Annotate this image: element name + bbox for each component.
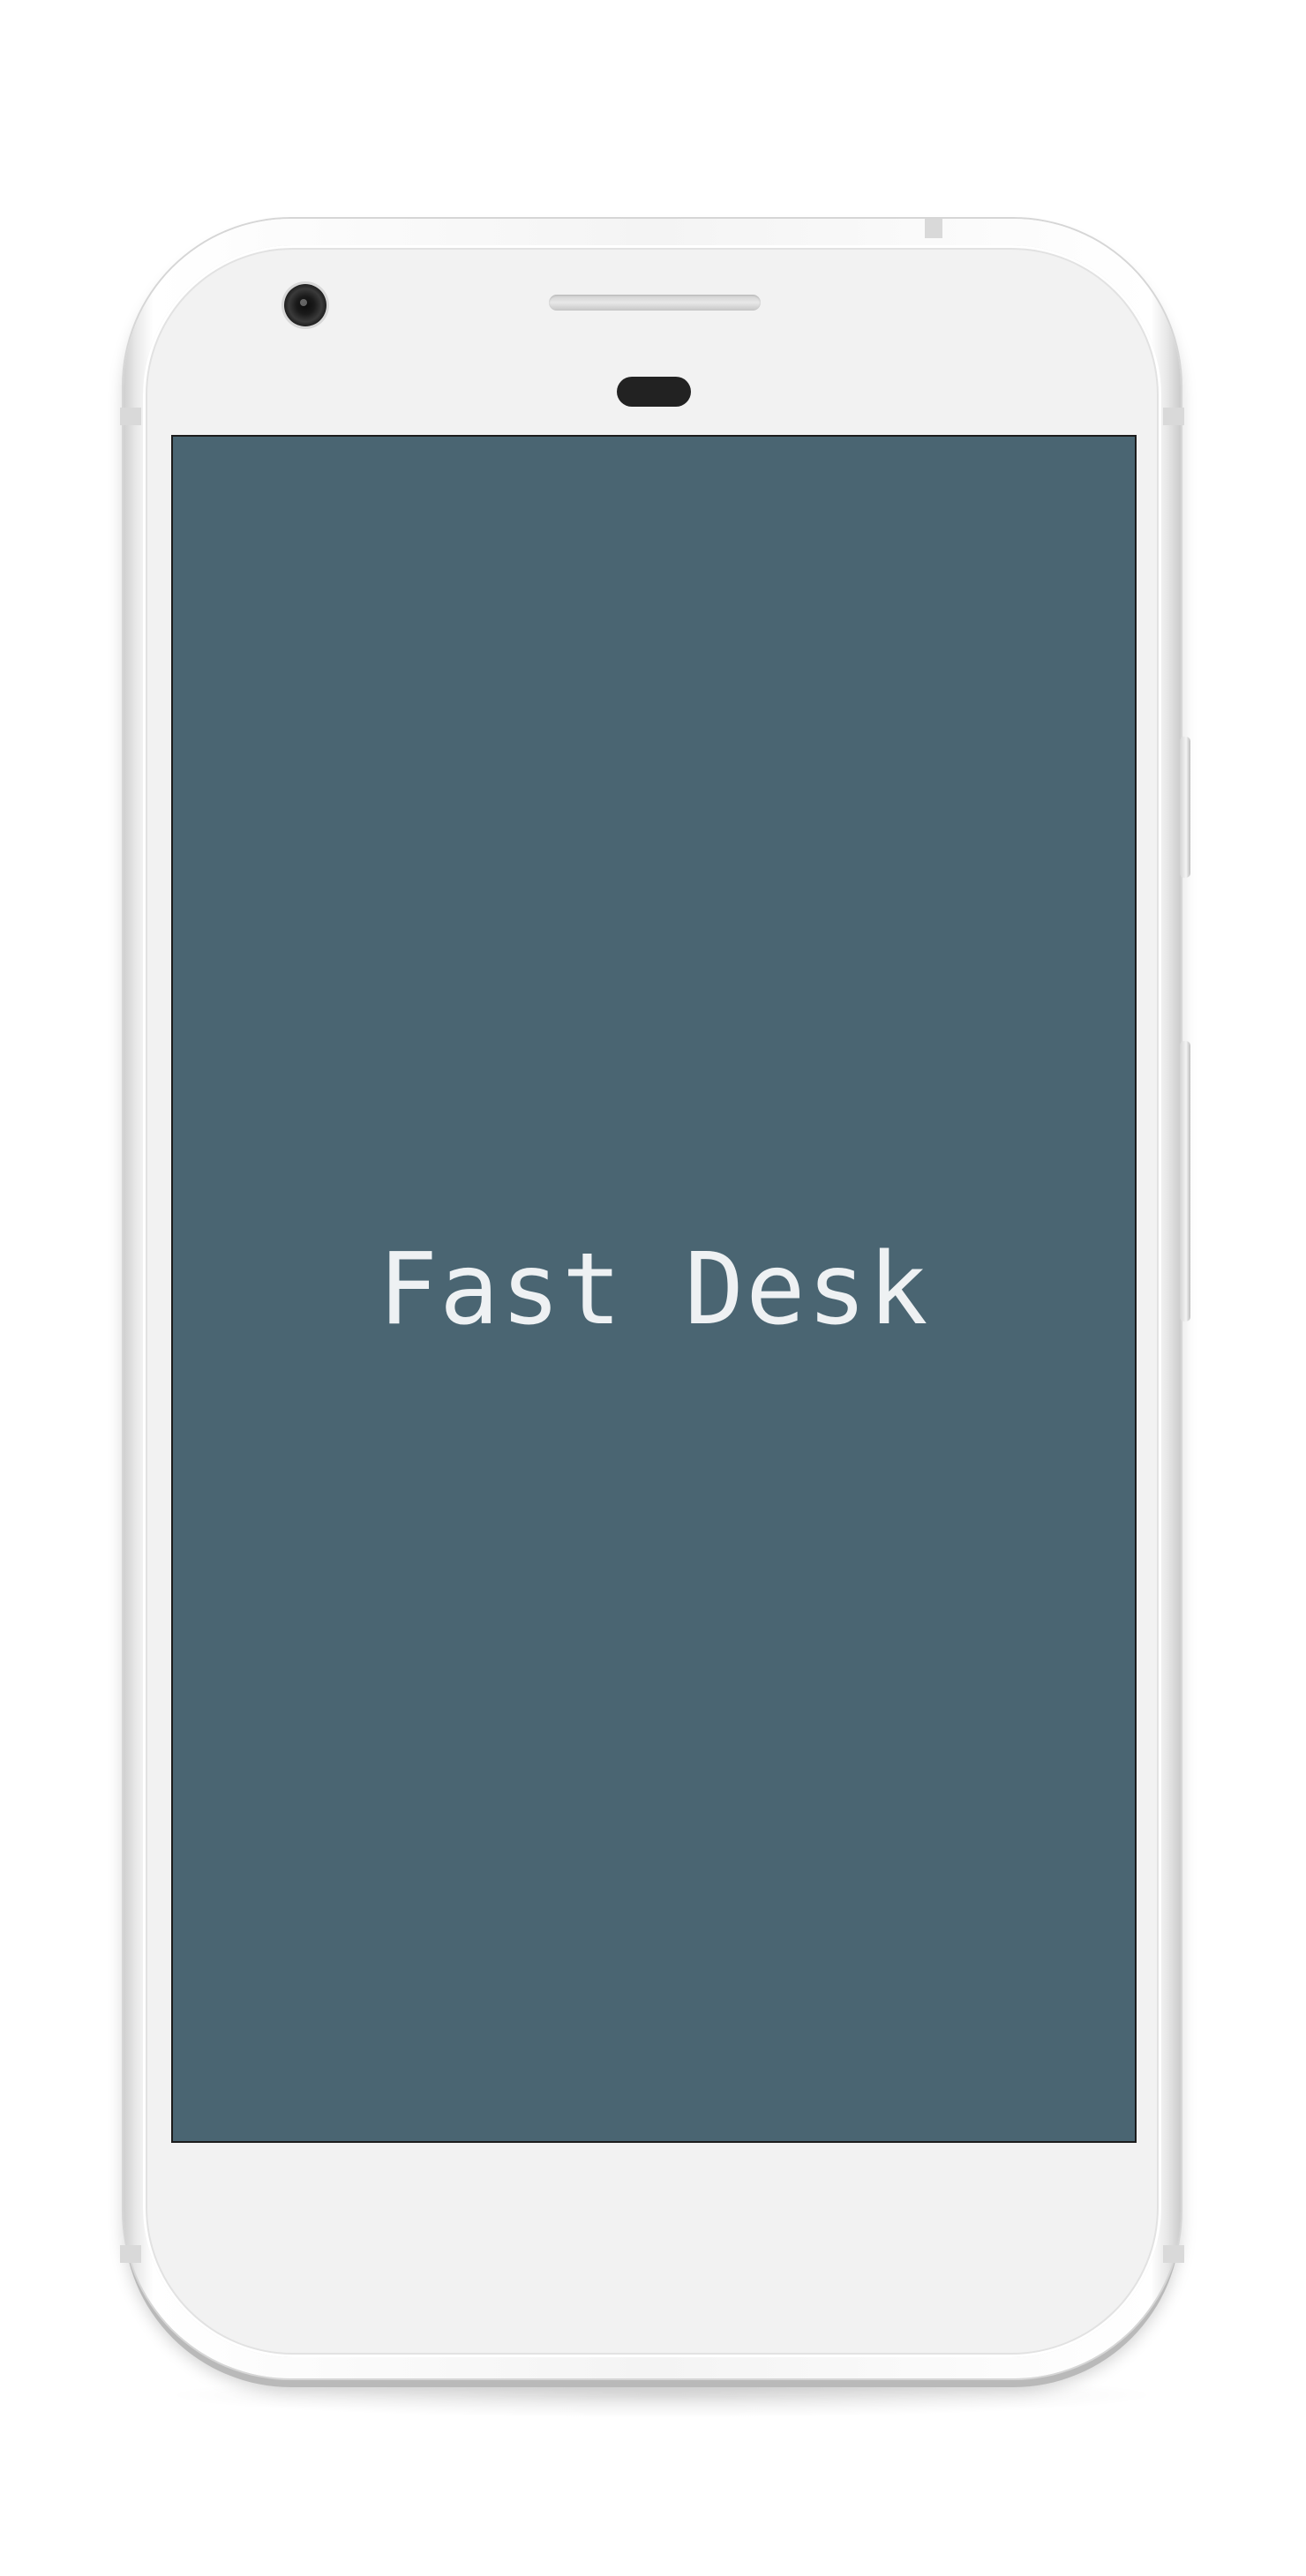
app-title: Fast Desk <box>378 1232 930 1347</box>
antenna-band-top <box>925 219 942 238</box>
volume-button <box>1180 1041 1190 1322</box>
antenna-band-left-bottom <box>120 2245 141 2263</box>
antenna-band-right-bottom <box>1163 2245 1184 2263</box>
antenna-band-left-top <box>120 408 141 425</box>
device-mockup-stage: Fast Desk <box>0 0 1306 2576</box>
app-splash-screen[interactable]: Fast Desk <box>173 437 1135 2141</box>
antenna-band-right-top <box>1163 408 1184 425</box>
speaker-grille-icon <box>549 295 761 311</box>
device-floor-shadow <box>176 2373 1147 2417</box>
camera-lens-icon <box>284 284 326 326</box>
proximity-sensor-icon <box>617 377 691 407</box>
power-button <box>1180 737 1190 878</box>
